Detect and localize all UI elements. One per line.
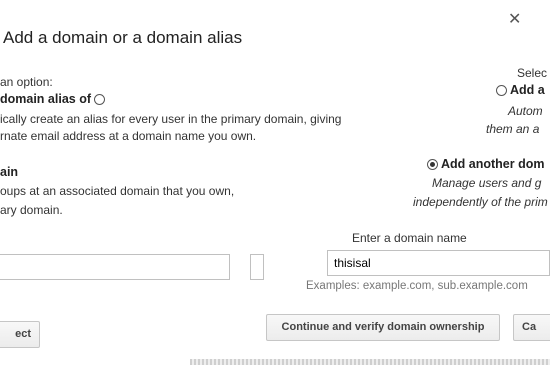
domain-alias-option-right: Add a — [496, 83, 545, 97]
another-domain-desc-right-line2: independently of the prim — [413, 195, 548, 209]
domain-alias-radio-right[interactable] — [496, 85, 507, 97]
another-domain-desc-line1: oups at an associated domain that you ow… — [0, 184, 235, 198]
domain-alias-radio[interactable] — [94, 94, 106, 106]
close-icon[interactable]: ✕ — [508, 9, 521, 29]
domain-name-input-label: Enter a domain name — [352, 231, 467, 245]
select-option-label-right: Selec — [517, 66, 548, 80]
another-domain-desc-line2: ary domain. — [0, 203, 63, 217]
domain-name-field-left[interactable] — [0, 255, 229, 279]
dialog-title: Add a domain or a domain alias — [3, 28, 243, 47]
domain-name-input[interactable] — [327, 250, 550, 276]
domain-alias-desc-right-line2: them an a — [486, 122, 540, 136]
domain-alias-desc-right-line1: Autom — [508, 104, 543, 118]
another-domain-radio-right[interactable] — [427, 159, 438, 171]
domain-name-input-left-edge[interactable] — [250, 254, 264, 280]
domain-name-input-left[interactable] — [0, 254, 230, 280]
another-domain-option-text-right: Add another dom — [441, 157, 545, 171]
scrollbar-track — [190, 359, 550, 365]
another-domain-option-label: ain — [0, 165, 19, 179]
another-domain-desc-right-line1: Manage users and g — [432, 176, 542, 190]
another-domain-option-right: Add another dom — [427, 157, 544, 171]
domain-example-hint: Examples: example.com, sub.example.com — [306, 280, 528, 292]
domain-name-field[interactable] — [328, 251, 549, 275]
domain-alias-desc-line1: ically create an alias for every user in… — [0, 112, 342, 126]
cancel-button[interactable]: Ca — [513, 314, 550, 341]
domain-alias-desc-line2: rnate email address at a domain name you… — [0, 129, 257, 143]
domain-alias-option-text: domain alias of — [0, 92, 91, 106]
domain-alias-option-text-right: Add a — [510, 83, 545, 97]
select-option-label: an option: — [0, 75, 53, 89]
cancel-button-left[interactable]: ect — [0, 321, 40, 348]
domain-alias-option-label: domain alias of — [0, 92, 106, 106]
continue-verify-button[interactable]: Continue and verify domain ownership — [266, 314, 500, 341]
